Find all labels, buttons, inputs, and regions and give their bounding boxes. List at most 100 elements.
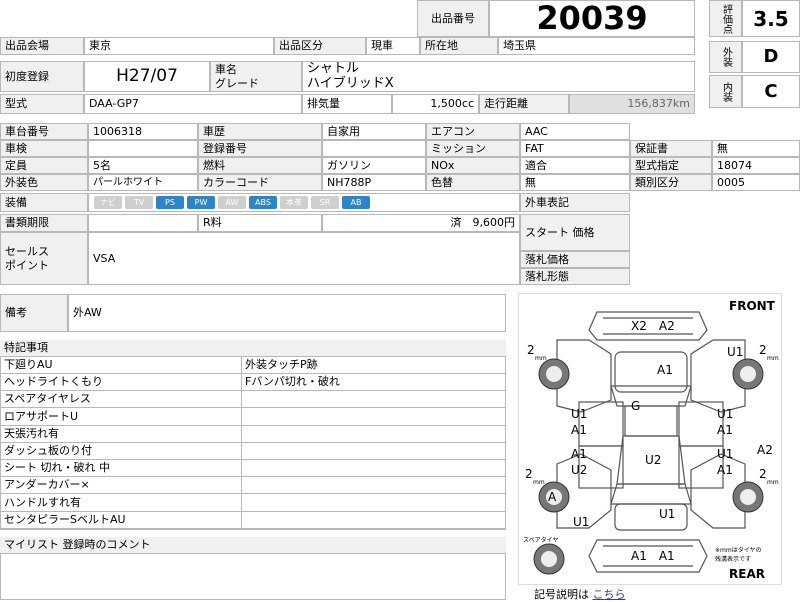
lot-number: 20039 [489,0,695,37]
special-note-right: Fバンパ切れ・破れ [241,374,506,392]
document-deadline-label: 書類期限 [0,214,88,232]
winning-type-label: 落札形態 [520,268,630,285]
warranty: 無 [712,140,800,157]
special-note-left: センタピラーSベルトAU [0,512,241,529]
first-registration: H27/07 [84,61,210,92]
special-note-left: 天張汚れ有 [0,426,241,443]
remarks-value: 外AW [68,294,506,332]
recycle-fee-label: R料 [198,214,322,232]
class-code: 0005 [712,174,800,191]
legend-link[interactable]: こちら [593,588,626,601]
special-notes-title: 特記事項 [0,340,506,357]
score-label: 評価点 [709,0,742,37]
remarks-label: 備考 [0,294,68,332]
car-name: シャトル [307,61,360,77]
rl-tire-depth: 2 [525,467,533,481]
class-code-label: 類別区分 [630,174,712,191]
special-note-right [241,443,506,460]
mark-l-rear-tire: A [548,490,557,504]
type-cert: 18074 [712,157,800,174]
model-label: 型式 [0,94,84,114]
inspection [88,140,198,157]
chassis-label: 車台番号 [0,123,88,140]
special-note-left: 下廻りAU [0,357,241,374]
venue: 東京 [84,37,274,55]
special-note-left: スペアタイヤレス [0,391,241,409]
model: DAA-GP7 [84,94,302,114]
special-note-right [241,495,506,512]
special-note-right [241,426,506,443]
color: パールホワイト [88,174,198,191]
legend-label: 記号説明は [534,588,589,601]
displacement-label: 排気量 [302,94,392,114]
capacity-label: 定員 [0,157,88,174]
score: 3.5 [742,0,800,37]
fl-tire-unit: mm [535,355,547,362]
special-note-right [241,409,506,426]
interior-grade-label: 内装 [709,75,742,108]
equipment-0: ナビ [94,196,122,209]
ac: AAC [520,123,630,140]
ac-label: エアコン [426,123,520,140]
foreign-notes-label: 外車表記 [520,193,630,212]
mark-lf-door-1: U1 [571,407,587,421]
category: 現車 [366,37,420,55]
winning-price-label: 落札価格 [520,251,630,268]
chassis: 1006318 [88,123,198,140]
equipment-7: SR [311,196,339,209]
special-note-right [241,512,506,529]
mileage: 156,837km [569,94,695,114]
mark-center: U2 [645,453,661,467]
mark-lr-door-2: U2 [571,463,587,477]
history: 自家用 [322,123,426,140]
front-label: FRONT [729,299,776,313]
rl-tire-unit: mm [533,479,545,486]
mark-hood: A1 [657,363,673,377]
car-diagram-svg: FRONT REAR 2 2 2 2 mm mm mm mm スペアタイヤ ※m… [523,299,779,581]
transmission-label: ミッション [426,140,520,157]
registration-number [322,140,426,157]
mileage-label: 走行距離 [479,94,569,114]
equipment-1: TV [125,196,153,209]
mark-l-rocker: U1 [573,515,589,529]
sales-point-label: セールス ポイント [0,232,88,285]
lot-number-label: 出品番号 [417,0,489,37]
mark-r-quarter: A2 [757,443,773,457]
recycle-fee: 済 9,600円 [322,214,520,232]
car-name-label: 車名 [215,63,237,77]
name-grade: シャトル ハイブリッドX [302,61,695,92]
mark-rr-door-2: A1 [717,463,733,477]
nox-label: NOx [426,157,520,174]
mark-lr-door-1: A1 [571,447,587,461]
fl-tire-depth: 2 [527,343,535,357]
equipment-2: PS [156,196,184,209]
document-deadline [88,214,198,232]
mark-lf-door-2: A1 [571,423,587,437]
special-note-right [241,391,506,409]
rr-tire-depth: 2 [759,467,767,481]
category-label: 出品区分 [274,37,366,55]
venue-label: 出品会場 [0,37,84,55]
location: 埼玉県 [498,37,695,55]
equipment-4: AW [218,196,246,209]
history-label: 車歴 [198,123,322,140]
nox-value: 適合 [520,157,630,174]
name-grade-labels: 車名 グレード [210,61,302,92]
special-note-left: ハンドルすれ有 [0,495,241,512]
sales-point: VSA [88,232,520,285]
displacement: 1,500cc [392,94,479,114]
mark-rf-door-1: U1 [717,407,733,421]
special-note-right: 外装タッチP跡 [241,357,506,374]
type-cert-label: 型式指定 [630,157,712,174]
special-note-left: シート 切れ・破れ 中 [0,460,241,478]
damage-diagram: FRONT REAR 2 2 2 2 mm mm mm mm スペアタイヤ ※m… [518,293,782,585]
color-code: NH788P [322,174,426,191]
tire-note-line2: 残溝表示です [715,555,751,563]
special-note-right [241,460,506,478]
fr-tire-unit: mm [767,355,779,362]
equipment-8: AB [342,196,370,209]
special-note-right [241,477,506,495]
mark-rear-bumper: A1 A1 [631,549,675,563]
registration-number-label: 登録番号 [198,140,322,157]
color-label: 外装色 [0,174,88,191]
